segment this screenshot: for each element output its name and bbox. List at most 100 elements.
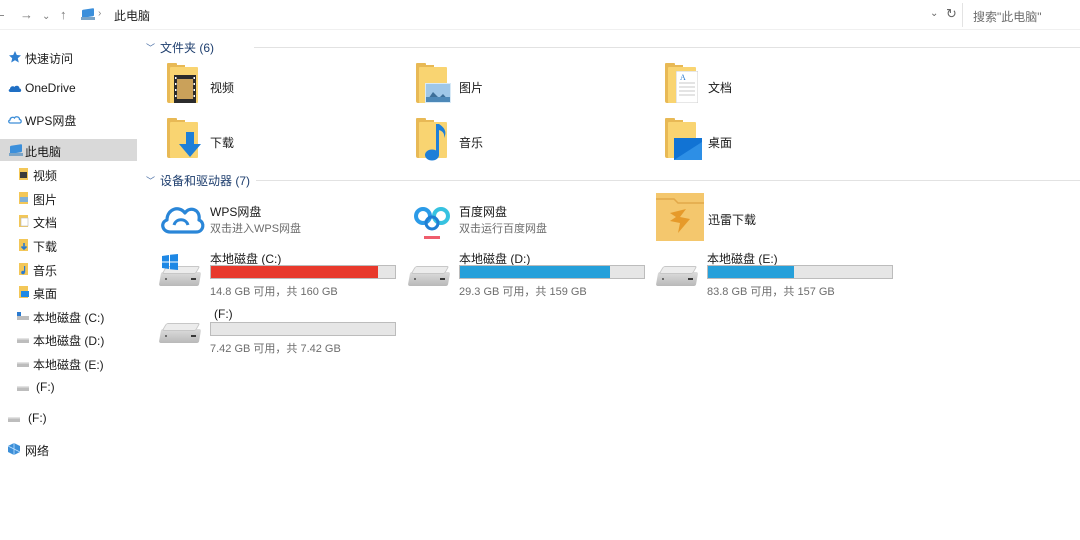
folder-tile-downloads[interactable]: 下载 bbox=[164, 118, 404, 170]
collapse-chevron-icon[interactable]: ﹀ bbox=[146, 41, 155, 54]
drive-icon bbox=[17, 362, 29, 367]
recent-locations-chevron-icon[interactable]: ⌄ bbox=[42, 9, 50, 25]
collapse-chevron-icon[interactable]: ﹀ bbox=[146, 174, 155, 187]
drive-icon bbox=[17, 312, 29, 320]
computer-icon bbox=[9, 144, 23, 159]
folder-pictures-icon bbox=[413, 63, 453, 107]
xunlei-icon bbox=[656, 193, 704, 241]
sidebar-item-drive-d[interactable]: 本地磁盘 (D:) bbox=[0, 328, 137, 350]
folder-label: 桌面 bbox=[708, 136, 733, 150]
star-icon bbox=[9, 51, 21, 63]
drive-tile-f[interactable]: (F:) 7.42 GB 可用，共 7.42 GB bbox=[158, 307, 400, 359]
sidebar-item-label: 本地磁盘 (E:) bbox=[33, 358, 104, 372]
folder-tile-desktop[interactable]: 桌面 bbox=[662, 118, 902, 170]
folder-tile-videos[interactable]: 视频 bbox=[164, 63, 404, 115]
folder-desktop-icon bbox=[662, 118, 702, 162]
search-placeholder: 搜索"此电脑" bbox=[973, 10, 1042, 24]
folder-music-icon bbox=[413, 118, 453, 162]
drive-usage-fill bbox=[708, 266, 794, 278]
folder-tile-music[interactable]: 音乐 bbox=[413, 118, 653, 170]
sidebar-item-pictures[interactable]: 图片 bbox=[0, 187, 137, 209]
sidebar-item-drive-e[interactable]: 本地磁盘 (E:) bbox=[0, 352, 137, 374]
sidebar-item-label: 下载 bbox=[33, 240, 58, 254]
sidebar-item-videos[interactable]: 视频 bbox=[0, 163, 137, 185]
group-header-folders[interactable]: ﹀ 文件夹 (6) bbox=[146, 38, 1080, 56]
folder-label: 音乐 bbox=[459, 136, 484, 150]
sidebar-item-label: 本地磁盘 (C:) bbox=[33, 311, 105, 325]
content-pane: ﹀ 文件夹 (6) 视频 图片 A 文档 下载 音乐 桌面 ﹀ 设备和驱动器 (… bbox=[140, 31, 1080, 540]
folder-tile-documents[interactable]: A 文档 bbox=[662, 63, 902, 115]
breadcrumb-separator[interactable]: › bbox=[98, 8, 101, 19]
sidebar-item-desktop[interactable]: 桌面 bbox=[0, 281, 137, 303]
folder-label: 图片 bbox=[459, 81, 484, 95]
device-description: 双击进入WPS网盘 bbox=[210, 223, 302, 235]
sidebar-item-music[interactable]: 音乐 bbox=[0, 258, 137, 280]
sidebar-item-label: WPS网盘 bbox=[25, 114, 77, 128]
sidebar-item-label: OneDrive bbox=[25, 81, 76, 95]
navigation-pane: 快速访问 OneDrive WPS网盘 此电脑 视频 图片 文档 下载 音乐 桌… bbox=[0, 31, 140, 540]
folder-videos-icon bbox=[19, 168, 28, 180]
drive-icon bbox=[407, 258, 451, 292]
group-title: 设备和驱动器 (7) bbox=[160, 174, 251, 188]
sidebar-item-wps-cloud[interactable]: WPS网盘 bbox=[0, 108, 137, 130]
drive-icon bbox=[158, 315, 202, 349]
folder-videos-icon bbox=[164, 63, 204, 107]
cloud-icon bbox=[8, 85, 22, 92]
search-input[interactable]: 搜索"此电脑" bbox=[962, 3, 1080, 27]
drive-icon bbox=[158, 254, 202, 292]
folder-label: 下载 bbox=[210, 136, 235, 150]
sidebar-item-downloads[interactable]: 下载 bbox=[0, 234, 137, 256]
sidebar-item-network[interactable]: 网络 bbox=[0, 438, 137, 460]
address-dropdown-chevron-icon[interactable]: ⌄ bbox=[930, 8, 938, 19]
drive-tile-c[interactable]: 本地磁盘 (C:) 14.8 GB 可用，共 160 GB bbox=[158, 250, 400, 302]
sidebar-item-onedrive[interactable]: OneDrive bbox=[0, 77, 137, 99]
sidebar-item-label: 本地磁盘 (D:) bbox=[33, 334, 105, 348]
drive-tile-d[interactable]: 本地磁盘 (D:) 29.3 GB 可用，共 159 GB bbox=[407, 250, 649, 302]
drive-usage-bar bbox=[707, 265, 893, 279]
drive-icon bbox=[17, 386, 29, 391]
cloud-outline-icon bbox=[8, 116, 22, 124]
drive-capacity: 14.8 GB 可用，共 160 GB bbox=[210, 286, 338, 298]
drive-usage-bar bbox=[210, 265, 396, 279]
device-tile-xunlei[interactable]: 迅雷下载 bbox=[656, 193, 896, 245]
sidebar-item-label: 视频 bbox=[33, 169, 58, 183]
group-divider bbox=[256, 180, 1080, 181]
sidebar-item-label: 快速访问 bbox=[25, 52, 74, 66]
sidebar-item-this-pc[interactable]: 此电脑 bbox=[0, 139, 137, 161]
sidebar-item-removable-f[interactable]: (F:) bbox=[0, 407, 137, 429]
back-button[interactable] bbox=[0, 15, 4, 16]
group-divider bbox=[254, 47, 1080, 48]
sidebar-item-label: (F:) bbox=[36, 380, 55, 394]
sidebar-item-documents[interactable]: 文档 bbox=[0, 210, 137, 232]
sidebar-item-label: 文档 bbox=[33, 216, 58, 230]
sidebar-item-label: 桌面 bbox=[33, 287, 58, 301]
group-header-devices[interactable]: ﹀ 设备和驱动器 (7) bbox=[146, 171, 1080, 189]
folder-label: 视频 bbox=[210, 81, 235, 95]
folder-pictures-icon bbox=[19, 192, 28, 204]
wps-cloud-icon bbox=[161, 207, 205, 234]
sidebar-item-drive-f[interactable]: (F:) bbox=[0, 376, 137, 398]
drive-usage-fill bbox=[460, 266, 611, 278]
address-bar: → ⌄ ↑ › 此电脑 ⌄ ↻ 搜索"此电脑" bbox=[0, 0, 1080, 30]
up-arrow-icon[interactable]: ↑ bbox=[60, 7, 67, 23]
forward-arrow-icon[interactable]: → bbox=[20, 7, 33, 23]
folder-tile-pictures[interactable]: 图片 bbox=[413, 63, 653, 115]
sidebar-item-label: 网络 bbox=[25, 444, 50, 458]
sidebar-item-drive-c[interactable]: 本地磁盘 (C:) bbox=[0, 305, 137, 327]
device-name: WPS网盘 bbox=[210, 205, 262, 219]
folder-downloads-icon bbox=[164, 118, 204, 162]
drive-name: (F:) bbox=[214, 307, 233, 321]
device-tile-wps-cloud[interactable]: WPS网盘 双击进入WPS网盘 bbox=[158, 201, 398, 253]
device-name: 迅雷下载 bbox=[708, 213, 757, 227]
drive-icon bbox=[8, 417, 20, 422]
baidu-netdisk-icon bbox=[414, 207, 450, 239]
device-name: 百度网盘 bbox=[459, 205, 508, 219]
breadcrumb-this-pc[interactable]: 此电脑 bbox=[114, 7, 150, 24]
drive-icon bbox=[655, 258, 699, 292]
folder-desktop-icon bbox=[19, 286, 29, 298]
sidebar-item-quick-access[interactable]: 快速访问 bbox=[0, 46, 137, 68]
svg-text:A: A bbox=[680, 73, 686, 82]
drive-tile-e[interactable]: 本地磁盘 (E:) 83.8 GB 可用，共 157 GB bbox=[655, 250, 897, 302]
device-tile-baidu-netdisk[interactable]: 百度网盘 双击运行百度网盘 bbox=[408, 201, 648, 253]
refresh-icon[interactable]: ↻ bbox=[946, 6, 957, 22]
